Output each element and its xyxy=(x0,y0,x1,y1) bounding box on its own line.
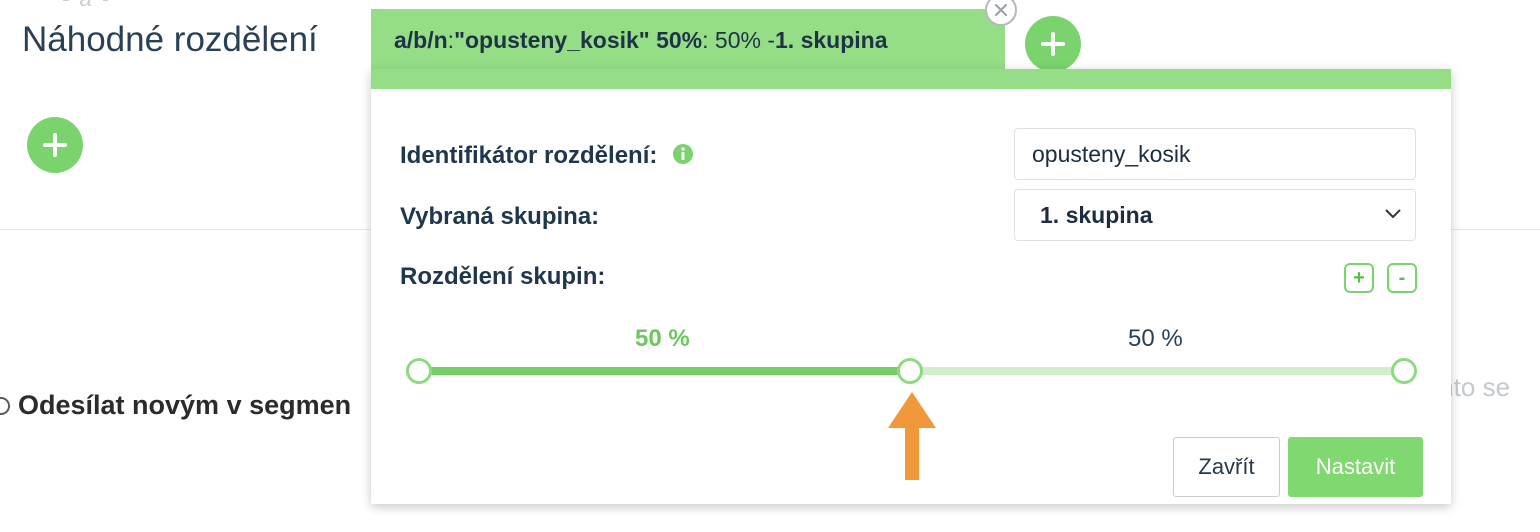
tab-identifier: "opusteny_kosik" 50% xyxy=(454,26,703,53)
slider-end-handle[interactable] xyxy=(1391,358,1417,384)
radio-button[interactable] xyxy=(0,397,10,415)
tab-group: 1. skupina xyxy=(775,26,888,53)
slider-split-handle[interactable] xyxy=(897,358,923,384)
group-select[interactable]: 1. skupina xyxy=(1014,189,1416,241)
tab-middle: : 50% - xyxy=(702,26,776,53)
plus-icon xyxy=(43,133,67,157)
close-button[interactable]: Zavřít xyxy=(1173,437,1280,497)
plus-icon xyxy=(1041,32,1065,56)
distribution-label: Rozdělení skupin: xyxy=(400,263,606,290)
group-a-percent: 50 % xyxy=(635,325,690,352)
chevron-down-icon xyxy=(1385,209,1401,219)
identifier-input[interactable]: opusteny_kosik xyxy=(1014,128,1416,180)
send-option-label: Odesílat novým v segmen xyxy=(18,390,352,420)
identifier-label: Identifikátor rozdělení: xyxy=(400,142,658,169)
add-tab-button[interactable] xyxy=(1025,16,1081,72)
slider-start-handle[interactable] xyxy=(406,358,432,384)
submit-button[interactable]: Nastavit xyxy=(1288,437,1423,497)
tab-close-button[interactable] xyxy=(985,0,1017,26)
arrow-up-icon xyxy=(888,392,936,480)
info-icon[interactable] xyxy=(672,143,694,165)
identifier-label-row: Identifikátor rozdělení: xyxy=(400,142,694,170)
tab-prefix: a/b/n xyxy=(394,26,448,53)
slider-track-group-b xyxy=(910,367,1404,375)
selected-group-label: Vybraná skupina: xyxy=(400,203,600,230)
close-icon xyxy=(995,4,1007,16)
add-group-button[interactable]: + xyxy=(1344,263,1374,293)
group-select-value: 1. skupina xyxy=(1040,201,1153,228)
slider-track-group-a xyxy=(419,367,910,375)
background-fragment: - a - xyxy=(62,0,111,12)
group-b-percent: 50 % xyxy=(1128,325,1183,352)
split-tab[interactable]: a/b/n: "opusteny_kosik" 50% : 50% - 1. s… xyxy=(371,9,1005,71)
remove-group-button[interactable]: - xyxy=(1387,263,1417,293)
add-split-button[interactable] xyxy=(27,117,83,173)
section-title: Náhodné rozdělení xyxy=(22,20,318,59)
